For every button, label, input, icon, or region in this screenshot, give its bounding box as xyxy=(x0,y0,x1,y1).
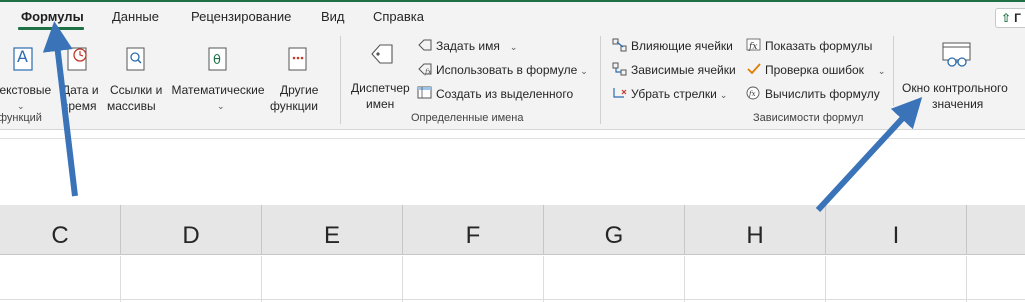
remove-arrows-button[interactable]: Убрать стрелки ⌄ xyxy=(612,85,727,103)
trace-precedents-button[interactable]: Влияющие ячейки xyxy=(612,37,733,55)
svg-text:θ: θ xyxy=(213,53,221,68)
error-checking-label: Проверка ошибок xyxy=(765,63,864,77)
chevron-down-icon: ⌄ xyxy=(580,66,588,76)
more-functions-label-2: функции xyxy=(270,99,318,113)
grid-line xyxy=(966,256,967,302)
show-formulas-icon: fx xyxy=(746,38,761,52)
chevron-down-icon: ⌄ xyxy=(217,101,225,111)
column-header-e[interactable]: E xyxy=(262,205,403,255)
use-in-formula-label: Использовать в формуле xyxy=(436,63,578,77)
group-separator xyxy=(340,36,341,124)
theta-book-icon: θ xyxy=(208,47,227,71)
group-separator xyxy=(600,36,601,124)
share-label: Г xyxy=(1014,11,1021,25)
watch-window-label-1: Окно контрольного xyxy=(902,81,1008,95)
watch-window-label-2: значения xyxy=(932,97,984,111)
grid-line xyxy=(684,256,685,302)
column-header-i[interactable]: I xyxy=(826,205,967,255)
grid-line xyxy=(543,256,544,302)
more-functions-icon xyxy=(288,47,307,71)
use-in-formula-button[interactable]: fx Использовать в формуле ⌄ xyxy=(417,61,588,79)
tab-review[interactable]: Рецензирование xyxy=(191,9,291,24)
tab-formulas[interactable]: Формулы xyxy=(21,9,84,24)
date-time-button[interactable]: Дата и время xyxy=(62,42,102,113)
chevron-down-icon: ⌄ xyxy=(719,90,728,100)
error-check-icon xyxy=(747,63,761,75)
evaluate-formula-button[interactable]: fx Вычислить формулу xyxy=(746,85,880,103)
grid-line xyxy=(120,256,121,302)
tag-icon xyxy=(418,39,432,51)
math-trig-button[interactable]: θ Математические ⌄ xyxy=(170,42,266,112)
math-label: Математические xyxy=(171,83,265,97)
name-manager-label-1: Диспетчер xyxy=(351,81,410,95)
column-header-d[interactable]: D xyxy=(121,205,262,255)
column-header-g[interactable]: G xyxy=(544,205,685,255)
grid-line xyxy=(0,299,1025,300)
error-checking-button[interactable]: Проверка ошибок ⌄ xyxy=(746,61,885,79)
svg-text:fx: fx xyxy=(424,68,432,76)
evaluate-formula-label: Вычислить формулу xyxy=(765,87,880,101)
date-time-label-2: время xyxy=(62,99,97,113)
text-functions-label: Текстовые xyxy=(0,83,52,97)
trace-dependents-icon xyxy=(612,62,627,76)
column-header-h[interactable]: H xyxy=(685,205,826,255)
text-functions-button[interactable]: A Текстовые ⌄ xyxy=(0,42,52,112)
grid-line xyxy=(825,256,826,302)
active-tab-indicator xyxy=(18,27,84,30)
grid-line xyxy=(261,256,262,302)
tab-data[interactable]: Данные xyxy=(112,9,159,24)
calendar-clock-icon xyxy=(67,47,87,71)
column-header-c[interactable]: C xyxy=(0,205,121,255)
group-separator xyxy=(893,36,894,106)
tag-fx-icon: fx xyxy=(418,63,432,76)
create-from-selection-label: Создать из выделенного xyxy=(436,87,574,101)
svg-text:fx: fx xyxy=(748,42,757,52)
create-from-selection-button[interactable]: Создать из выделенного xyxy=(417,85,573,103)
evaluate-formula-icon: fx xyxy=(746,86,760,100)
lookup-label-1: Ссылки и xyxy=(110,83,163,97)
share-icon: ⇧ xyxy=(1001,11,1012,25)
define-name-label: Задать имя xyxy=(436,39,500,53)
column-header-f[interactable]: F xyxy=(403,205,544,255)
define-name-button[interactable]: Задать имя ⌄ xyxy=(417,37,517,55)
trace-precedents-icon xyxy=(612,38,627,52)
trace-dependents-button[interactable]: Зависимые ячейки xyxy=(612,61,736,79)
chevron-down-icon: ⌄ xyxy=(877,66,886,76)
ribbon-tabs: Формулы Данные Рецензирование Вид Справк… xyxy=(0,2,1025,32)
date-time-label-1: Дата и xyxy=(62,83,99,97)
watch-window-glasses-icon xyxy=(942,42,971,67)
more-functions-button[interactable]: Другие функции xyxy=(268,42,330,113)
lookup-label-2: массивы xyxy=(107,99,156,113)
tab-help[interactable]: Справка xyxy=(373,9,424,24)
tab-view[interactable]: Вид xyxy=(321,9,345,24)
svg-text:A: A xyxy=(17,47,28,66)
remove-arrows-label: Убрать стрелки xyxy=(631,87,717,101)
show-formulas-label: Показать формулы xyxy=(765,39,873,53)
remove-arrows-icon xyxy=(613,88,627,98)
cell-grid[interactable] xyxy=(0,256,1025,302)
grid-line xyxy=(402,256,403,302)
name-tag-icon xyxy=(371,44,393,64)
lookup-reference-button[interactable]: Ссылки и массивы xyxy=(106,42,168,113)
watch-window-button[interactable]: Окно контрольного значения xyxy=(898,40,1018,111)
chevron-down-icon: ⌄ xyxy=(509,42,518,52)
svg-text:fx: fx xyxy=(748,90,756,98)
show-formulas-button[interactable]: fx Показать формулы xyxy=(746,37,872,55)
name-manager-label-2: имен xyxy=(366,97,395,111)
column-header-next[interactable] xyxy=(967,205,1025,255)
trace-dependents-label: Зависимые ячейки xyxy=(631,63,736,77)
formula-auditing-group-label: Зависимости формул xyxy=(753,112,864,124)
function-library-group-label: функций xyxy=(0,112,42,124)
book-search-icon xyxy=(126,47,145,71)
name-manager-button[interactable]: Диспетчер имен xyxy=(348,40,414,111)
table-selection-icon xyxy=(417,86,432,99)
text-icon: A xyxy=(13,47,33,71)
defined-names-group-label: Определенные имена xyxy=(411,112,524,124)
share-button[interactable]: ⇧ Г xyxy=(995,8,1025,28)
ribbon-panel: A Текстовые ⌄ Дата и время Ссылки и масс… xyxy=(0,32,1025,130)
formula-bar-area[interactable] xyxy=(0,138,1025,204)
trace-precedents-label: Влияющие ячейки xyxy=(631,39,733,53)
more-functions-label-1: Другие xyxy=(280,83,319,97)
